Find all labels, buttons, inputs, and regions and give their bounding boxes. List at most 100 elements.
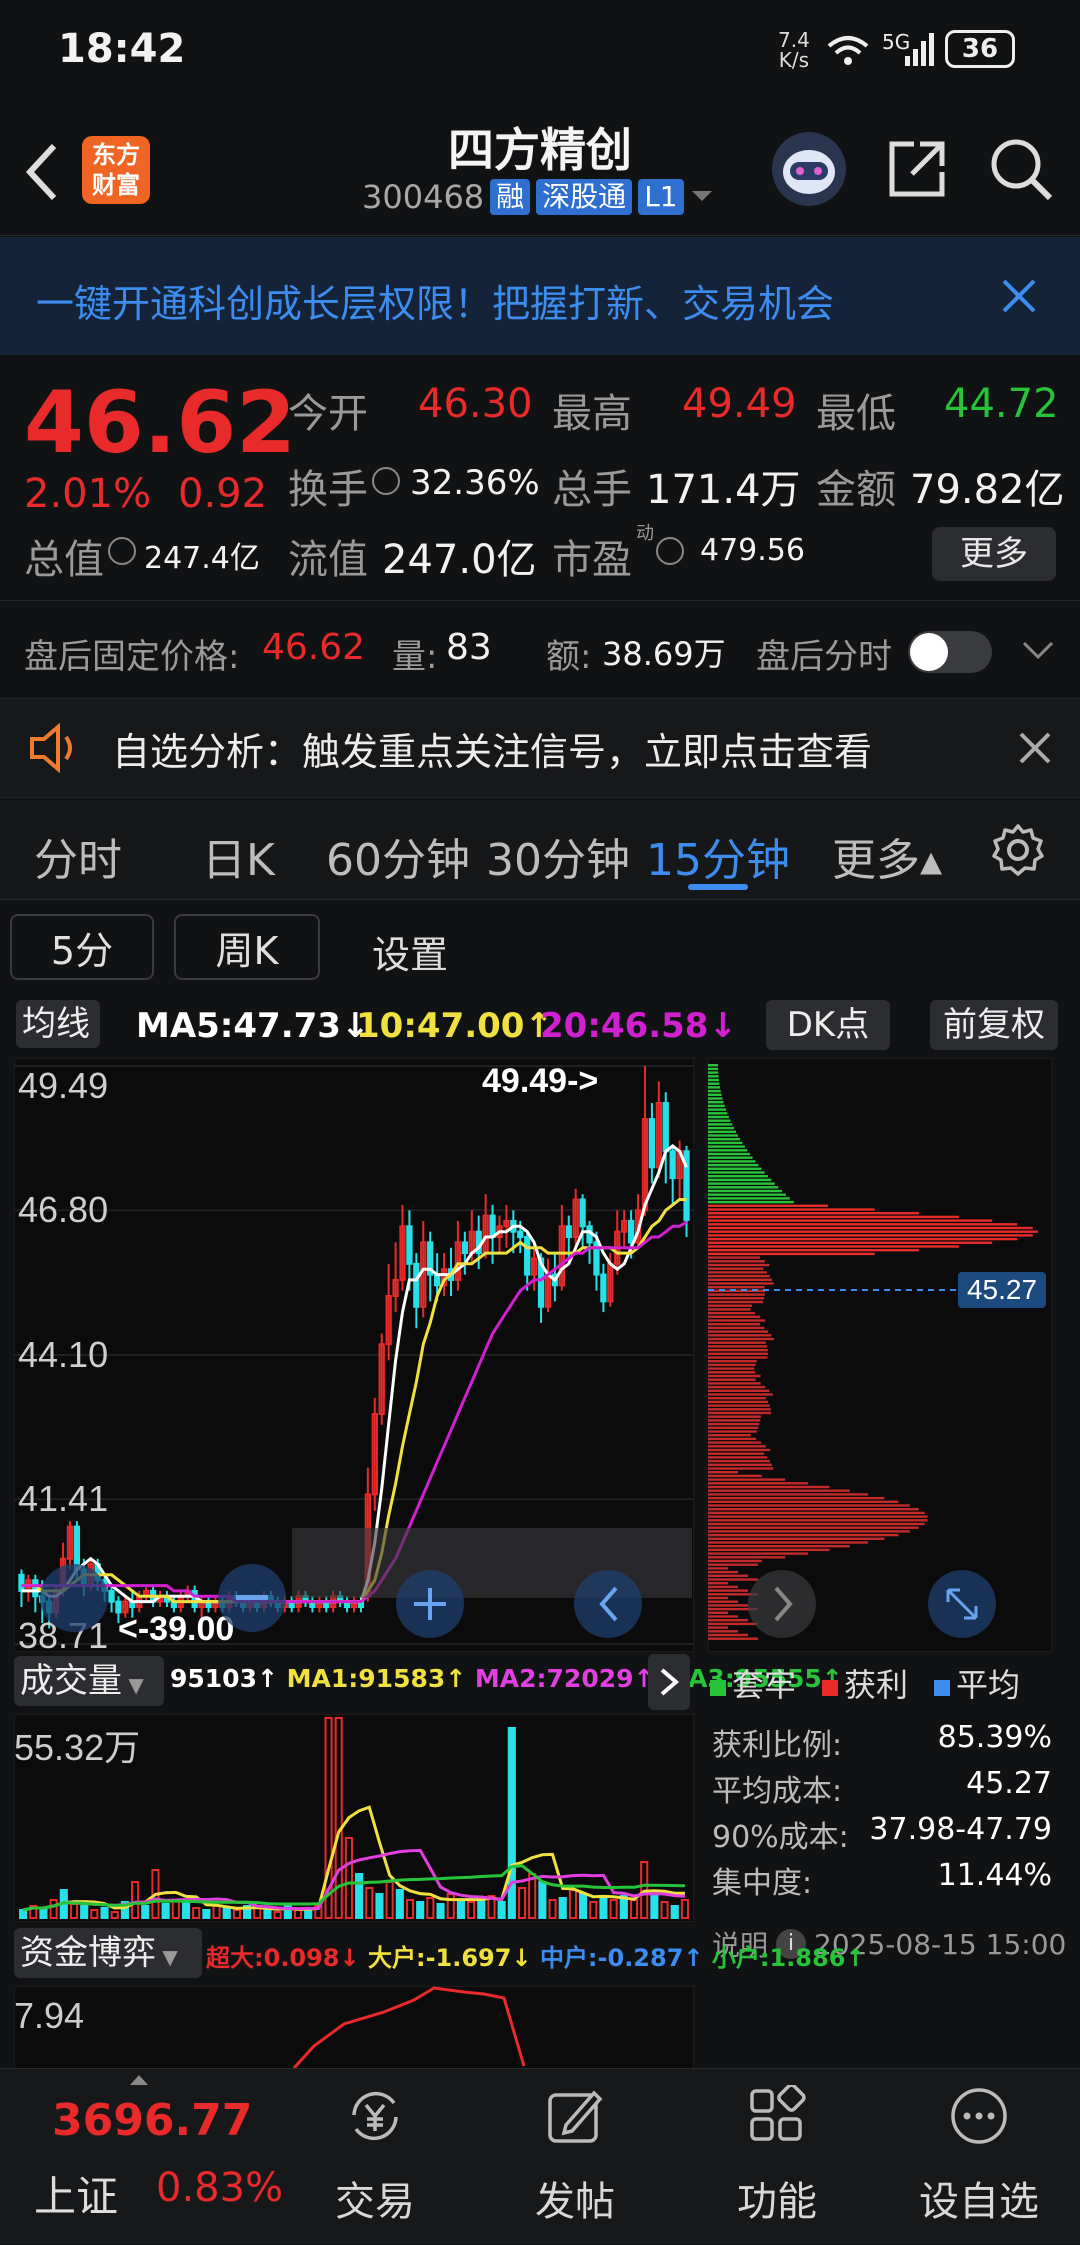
- chip-bar: [708, 1467, 774, 1470]
- nav-post-label: 发帖: [535, 2179, 615, 2225]
- after-vol-label: 量:: [392, 637, 438, 677]
- chip-bar: [708, 1367, 755, 1370]
- candlestick-chart[interactable]: 49.4946.8044.1041.4138.71 49.49-> <-39.0…: [14, 1058, 694, 1652]
- chip-bar: [708, 1149, 748, 1152]
- chip-bar: [708, 1293, 765, 1296]
- robot-avatar-icon[interactable]: [772, 132, 846, 206]
- chip-bar: [708, 1441, 762, 1444]
- fund-flow-chart[interactable]: 7.94: [14, 1986, 694, 2068]
- period-weekly-button[interactable]: 周K: [174, 914, 320, 980]
- after-hours-toggle[interactable]: [908, 631, 992, 673]
- chip-bar: [708, 1212, 920, 1215]
- legend-average: 平均: [934, 1660, 1020, 1706]
- tab-daily-k[interactable]: 日K: [202, 824, 275, 888]
- volume-max-label: 55.32万: [14, 1727, 140, 1768]
- close-icon[interactable]: [1018, 731, 1052, 765]
- volume-bar: [202, 1909, 211, 1919]
- chip-bar: [708, 1626, 728, 1629]
- volume-chart[interactable]: 55.32万: [14, 1714, 694, 1922]
- volume-bar: [355, 1873, 364, 1919]
- volume-bar: [141, 1905, 150, 1919]
- chip-bar: [708, 1397, 766, 1400]
- flow-small: 小户:1.886↑: [711, 1944, 866, 1972]
- info-icon[interactable]: [108, 537, 136, 565]
- chip-bar: [708, 1260, 765, 1263]
- volume-bar: [538, 1881, 547, 1919]
- stock-code-row[interactable]: 300468 融 深股通 L1: [362, 178, 714, 216]
- pan-back-button[interactable]: [574, 1570, 642, 1638]
- chip-bar: [708, 1600, 738, 1603]
- flow-indicator-label: 资金博弈: [20, 1933, 156, 1973]
- gear-icon[interactable]: [990, 822, 1046, 878]
- index-name[interactable]: 上证: [34, 2163, 118, 2224]
- chip-bar: [708, 1419, 761, 1422]
- dk-point-button[interactable]: DK点: [766, 1000, 890, 1050]
- nav-trade[interactable]: 交易: [300, 2069, 450, 2245]
- info-icon[interactable]: [656, 537, 684, 565]
- more-button[interactable]: 更多: [932, 527, 1056, 581]
- chip-bar: [708, 1485, 830, 1489]
- chip-bar: [708, 1633, 748, 1637]
- float-value: 247.0亿: [382, 537, 537, 583]
- stock-header: 东方 财富 四方精创 300468 融 深股通 L1: [0, 100, 1080, 236]
- volume-indicator-selector[interactable]: 成交量 ▼: [14, 1656, 164, 1706]
- tab-15min[interactable]: 15分钟: [646, 824, 790, 888]
- adjust-mode-button[interactable]: 前复权: [930, 1000, 1058, 1050]
- after-hours-toggle-label: 盘后分时: [756, 637, 892, 677]
- chip-bar: [708, 1474, 762, 1478]
- chip-bar: [708, 1304, 752, 1307]
- index-value[interactable]: 3696.77: [52, 2095, 252, 2146]
- chip-bar: [708, 1286, 765, 1289]
- volume-bar: [222, 1907, 231, 1919]
- chip-bar: [708, 1471, 738, 1474]
- chip-next-button[interactable]: [748, 1570, 816, 1638]
- signal-notice[interactable]: 自选分析：触发重点关注信号，立即点击查看: [0, 698, 1080, 798]
- volume-bar: [161, 1903, 170, 1919]
- high-value: 49.49: [682, 381, 797, 427]
- volume-bar: [558, 1897, 567, 1919]
- badge-level: L1: [638, 179, 684, 215]
- banner-text: 一键开通科创成长层权限！把握打新、交易机会: [36, 282, 835, 326]
- tab-60min[interactable]: 60分钟: [326, 824, 470, 888]
- after-vol: 83: [446, 627, 492, 668]
- turnover-label: 换手: [288, 467, 368, 513]
- ma-selector[interactable]: 均线: [16, 1000, 100, 1048]
- search-icon[interactable]: [988, 136, 1054, 202]
- chip-bar: [708, 1567, 728, 1570]
- mcap-value: 247.4亿: [144, 541, 260, 576]
- after-price-label: 盘后固定价格:: [24, 637, 240, 677]
- chart-settings-button[interactable]: 设置: [372, 924, 448, 979]
- period-5min-button[interactable]: 5分: [10, 914, 154, 980]
- chip-bar: [708, 1445, 766, 1448]
- chip-bar: [708, 1234, 1033, 1237]
- chip-bar: [708, 1378, 756, 1381]
- nav-watchlist[interactable]: 设自选: [904, 2069, 1054, 2245]
- chip-bar: [708, 1496, 885, 1500]
- chip-bar: [708, 1530, 910, 1533]
- close-icon[interactable]: [1000, 277, 1038, 315]
- nav-post[interactable]: 发帖: [500, 2069, 650, 2245]
- info-icon[interactable]: [372, 467, 400, 495]
- pan-left-button[interactable]: [40, 1564, 108, 1632]
- tab-30min[interactable]: 30分钟: [486, 824, 630, 888]
- chip-bar: [708, 1237, 1018, 1241]
- chevron-up-icon: [130, 2075, 148, 2085]
- chip-bar: [708, 1519, 928, 1522]
- promo-banner[interactable]: 一键开通科创成长层权限！把握打新、交易机会: [0, 237, 1080, 355]
- tab-intraday[interactable]: 分时: [34, 824, 122, 888]
- chevron-down-icon[interactable]: [1020, 639, 1056, 663]
- chip-distribution-chart[interactable]: 45.27: [708, 1058, 1052, 1652]
- chip-bar: [708, 1459, 770, 1463]
- share-icon[interactable]: [886, 138, 948, 200]
- nav-functions[interactable]: 功能: [702, 2069, 852, 2245]
- chip-bar: [708, 1574, 748, 1577]
- indicator-next-button[interactable]: [648, 1654, 690, 1710]
- chip-bar: [708, 1311, 755, 1315]
- index-percent[interactable]: 0.83%: [156, 2165, 283, 2211]
- chip-bar: [708, 1215, 959, 1219]
- flow-indicator-selector[interactable]: 资金博弈 ▼: [14, 1928, 202, 1978]
- chip-bar: [708, 1619, 748, 1622]
- tab-more[interactable]: 更多▴: [832, 824, 942, 888]
- quote-panel: 46.62 2.01% 0.92 今开 46.30 最高 49.49 最低 44…: [0, 355, 1080, 591]
- chip-bar: [708, 1282, 774, 1285]
